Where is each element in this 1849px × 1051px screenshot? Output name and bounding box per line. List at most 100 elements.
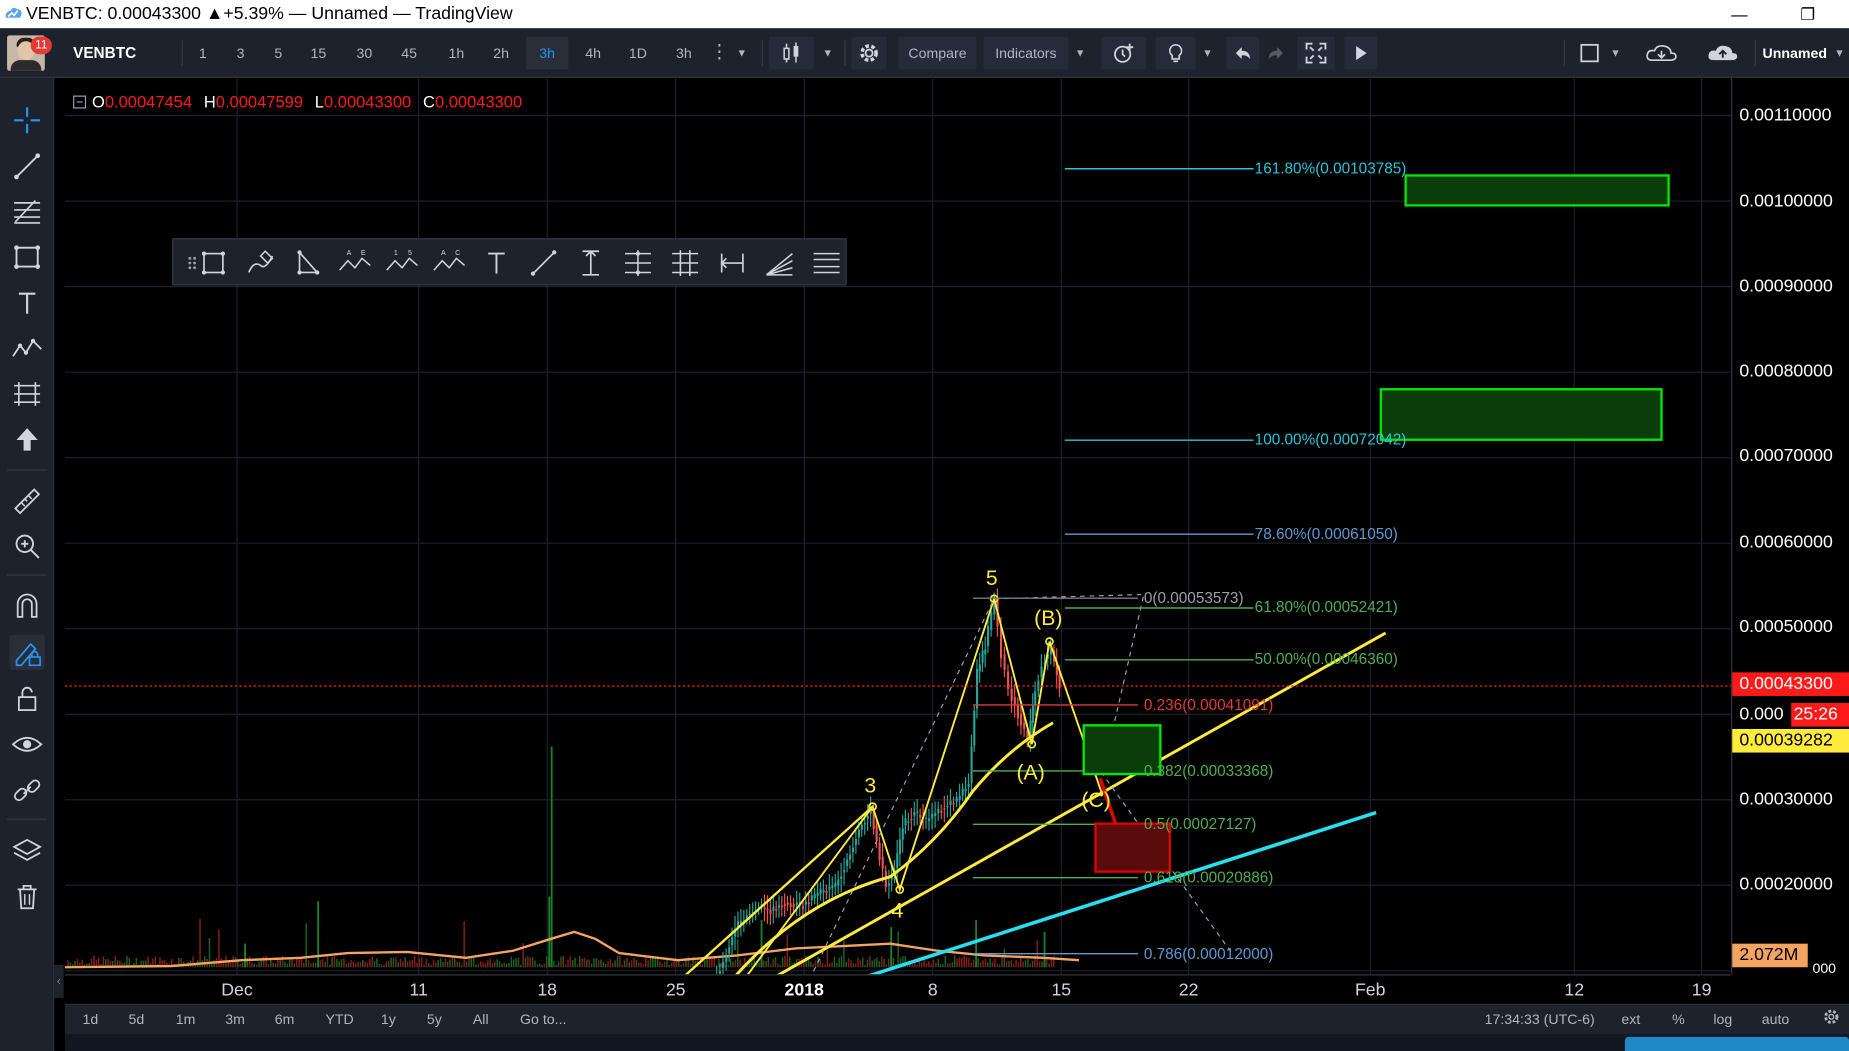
fdt-fib-fan[interactable] [761,244,799,282]
indicators-chevron-icon[interactable]: ▼ [1068,36,1092,70]
range-1d[interactable]: 1d [83,1011,99,1028]
settings-button[interactable] [851,36,887,70]
collapse-toolbar-icon[interactable]: ‹ [54,964,64,998]
interval-15[interactable]: 15 [299,36,338,70]
chart-settings-gear-icon[interactable] [1822,1007,1841,1029]
lock-drawings[interactable] [9,681,44,716]
trendline-lower-wave[interactable] [596,805,874,975]
save-layout-button[interactable] [1698,36,1748,70]
ideas-button[interactable] [1155,36,1196,70]
range-5y[interactable]: 5y [427,1011,442,1028]
indicators-button[interactable]: Indicators [983,36,1069,70]
layout-name-button[interactable]: Unnamed [1759,36,1831,70]
symbol-search[interactable]: VENBTC [66,36,179,70]
fib-tool[interactable] [9,193,44,228]
interval-30[interactable]: 30 [344,36,385,70]
range-ytd[interactable]: YTD [325,1011,353,1028]
redo-button[interactable] [1259,36,1293,70]
interval-3h-custom[interactable]: 3h [662,36,706,70]
fdt-brush[interactable] [242,244,280,282]
color-theme-button[interactable] [1573,36,1607,70]
fullscreen-button[interactable] [1297,36,1335,70]
fdt-elliott[interactable]: 15 [383,244,421,282]
interval-3h[interactable]: 3h [525,36,569,70]
clock-timezone[interactable]: 17:34:33 (UTC-6) [1485,1011,1595,1028]
layout-chevron-icon[interactable]: ▼ [1830,36,1849,70]
fdt-pitchfork[interactable] [808,244,846,282]
object-tree[interactable] [9,833,44,868]
fdt-fib-extension[interactable] [666,244,704,282]
log-scale-toggle[interactable]: log [1713,1011,1732,1028]
notification-badge[interactable]: 11 [30,36,52,55]
fdt-rectangle[interactable] [195,244,233,282]
hide-drawings[interactable] [9,727,44,762]
ideas-chevron-icon[interactable]: ▼ [1195,36,1220,70]
compare-button[interactable]: Compare [898,36,977,70]
fdt-trend-line[interactable] [525,244,563,282]
more-intervals-icon[interactable]: ⋮ [709,36,729,70]
sync-drawings[interactable] [9,773,44,808]
collapse-legend-icon[interactable] [73,95,87,109]
drag-handle-icon[interactable] [173,244,196,282]
publish-idea-button[interactable] [1624,1036,1849,1051]
interval-3[interactable]: 3 [224,36,258,70]
zoom-tool[interactable] [9,528,44,563]
fdt-text[interactable] [478,244,516,282]
toolbar-separator [1563,40,1565,67]
time-axis[interactable]: Dec 11 18 25 2018 8 15 22 Feb 12 19 [64,974,1732,1003]
volume-bar [869,956,871,968]
range-6m[interactable]: 6m [275,1011,295,1028]
icons-tool[interactable] [9,422,44,457]
chart-pane[interactable] [64,77,1732,975]
interval-1[interactable]: 1 [186,36,220,70]
trendline-support[interactable] [725,631,1387,975]
fdt-triangle[interactable] [289,244,327,282]
shape-tool[interactable] [9,239,44,274]
chart-style-chevron-icon[interactable]: ▼ [816,36,840,70]
volume-bar [847,958,850,968]
load-layout-button[interactable] [1636,36,1687,70]
target-box-top[interactable] [1404,174,1670,207]
fdt-fib-retracement[interactable] [619,244,657,282]
price-chart[interactable] [64,77,1732,975]
magnet-tool[interactable] [9,589,44,624]
candles-style-button[interactable] [768,36,814,70]
fdt-abcd[interactable]: AE [336,244,374,282]
text-tool[interactable] [9,285,44,320]
minimize-button[interactable]: — [1712,0,1766,28]
undo-button[interactable] [1226,36,1260,70]
theme-chevron-icon[interactable]: ▼ [1606,36,1625,70]
remove-drawings[interactable] [9,879,44,914]
auto-scale-toggle[interactable]: auto [1762,1011,1790,1028]
range-1m[interactable]: 1m [176,1011,196,1028]
measure-tool[interactable] [9,484,44,519]
fdt-abc[interactable]: AC [430,244,468,282]
interval-45[interactable]: 45 [389,36,430,70]
crosshair-tool[interactable] [9,103,44,138]
interval-2h[interactable]: 2h [481,36,522,70]
pattern-tool[interactable] [9,330,44,365]
restore-button[interactable]: ❐ [1781,0,1835,28]
target-box-middle[interactable] [1379,388,1663,441]
interval-1h[interactable]: 1h [436,36,477,70]
replay-button[interactable] [1344,36,1378,70]
fdt-price-range[interactable] [572,244,610,282]
interval-4h[interactable]: 4h [573,36,614,70]
range-3m[interactable]: 3m [225,1011,245,1028]
interval-1d[interactable]: 1D [617,36,658,70]
percent-scale-toggle[interactable]: % [1672,1011,1685,1028]
trend-line-tool[interactable] [9,149,44,184]
price-axis[interactable]: 0.00110000 0.00100000 0.00090000 0.00080… [1731,77,1849,977]
volume-bar [859,960,862,968]
chevron-down-icon[interactable]: ▼ [728,36,755,70]
alert-button[interactable] [1101,36,1147,70]
prediction-tool[interactable] [9,376,44,411]
fdt-date-range[interactable] [713,244,751,282]
goto-date-button[interactable]: Go to... [520,1011,566,1028]
extended-hours-toggle[interactable]: ext [1621,1011,1640,1028]
range-5d[interactable]: 5d [129,1011,145,1028]
stay-in-drawing-mode[interactable] [9,634,45,670]
range-1y[interactable]: 1y [381,1011,396,1028]
range-all[interactable]: All [473,1011,489,1028]
interval-5[interactable]: 5 [261,36,295,70]
